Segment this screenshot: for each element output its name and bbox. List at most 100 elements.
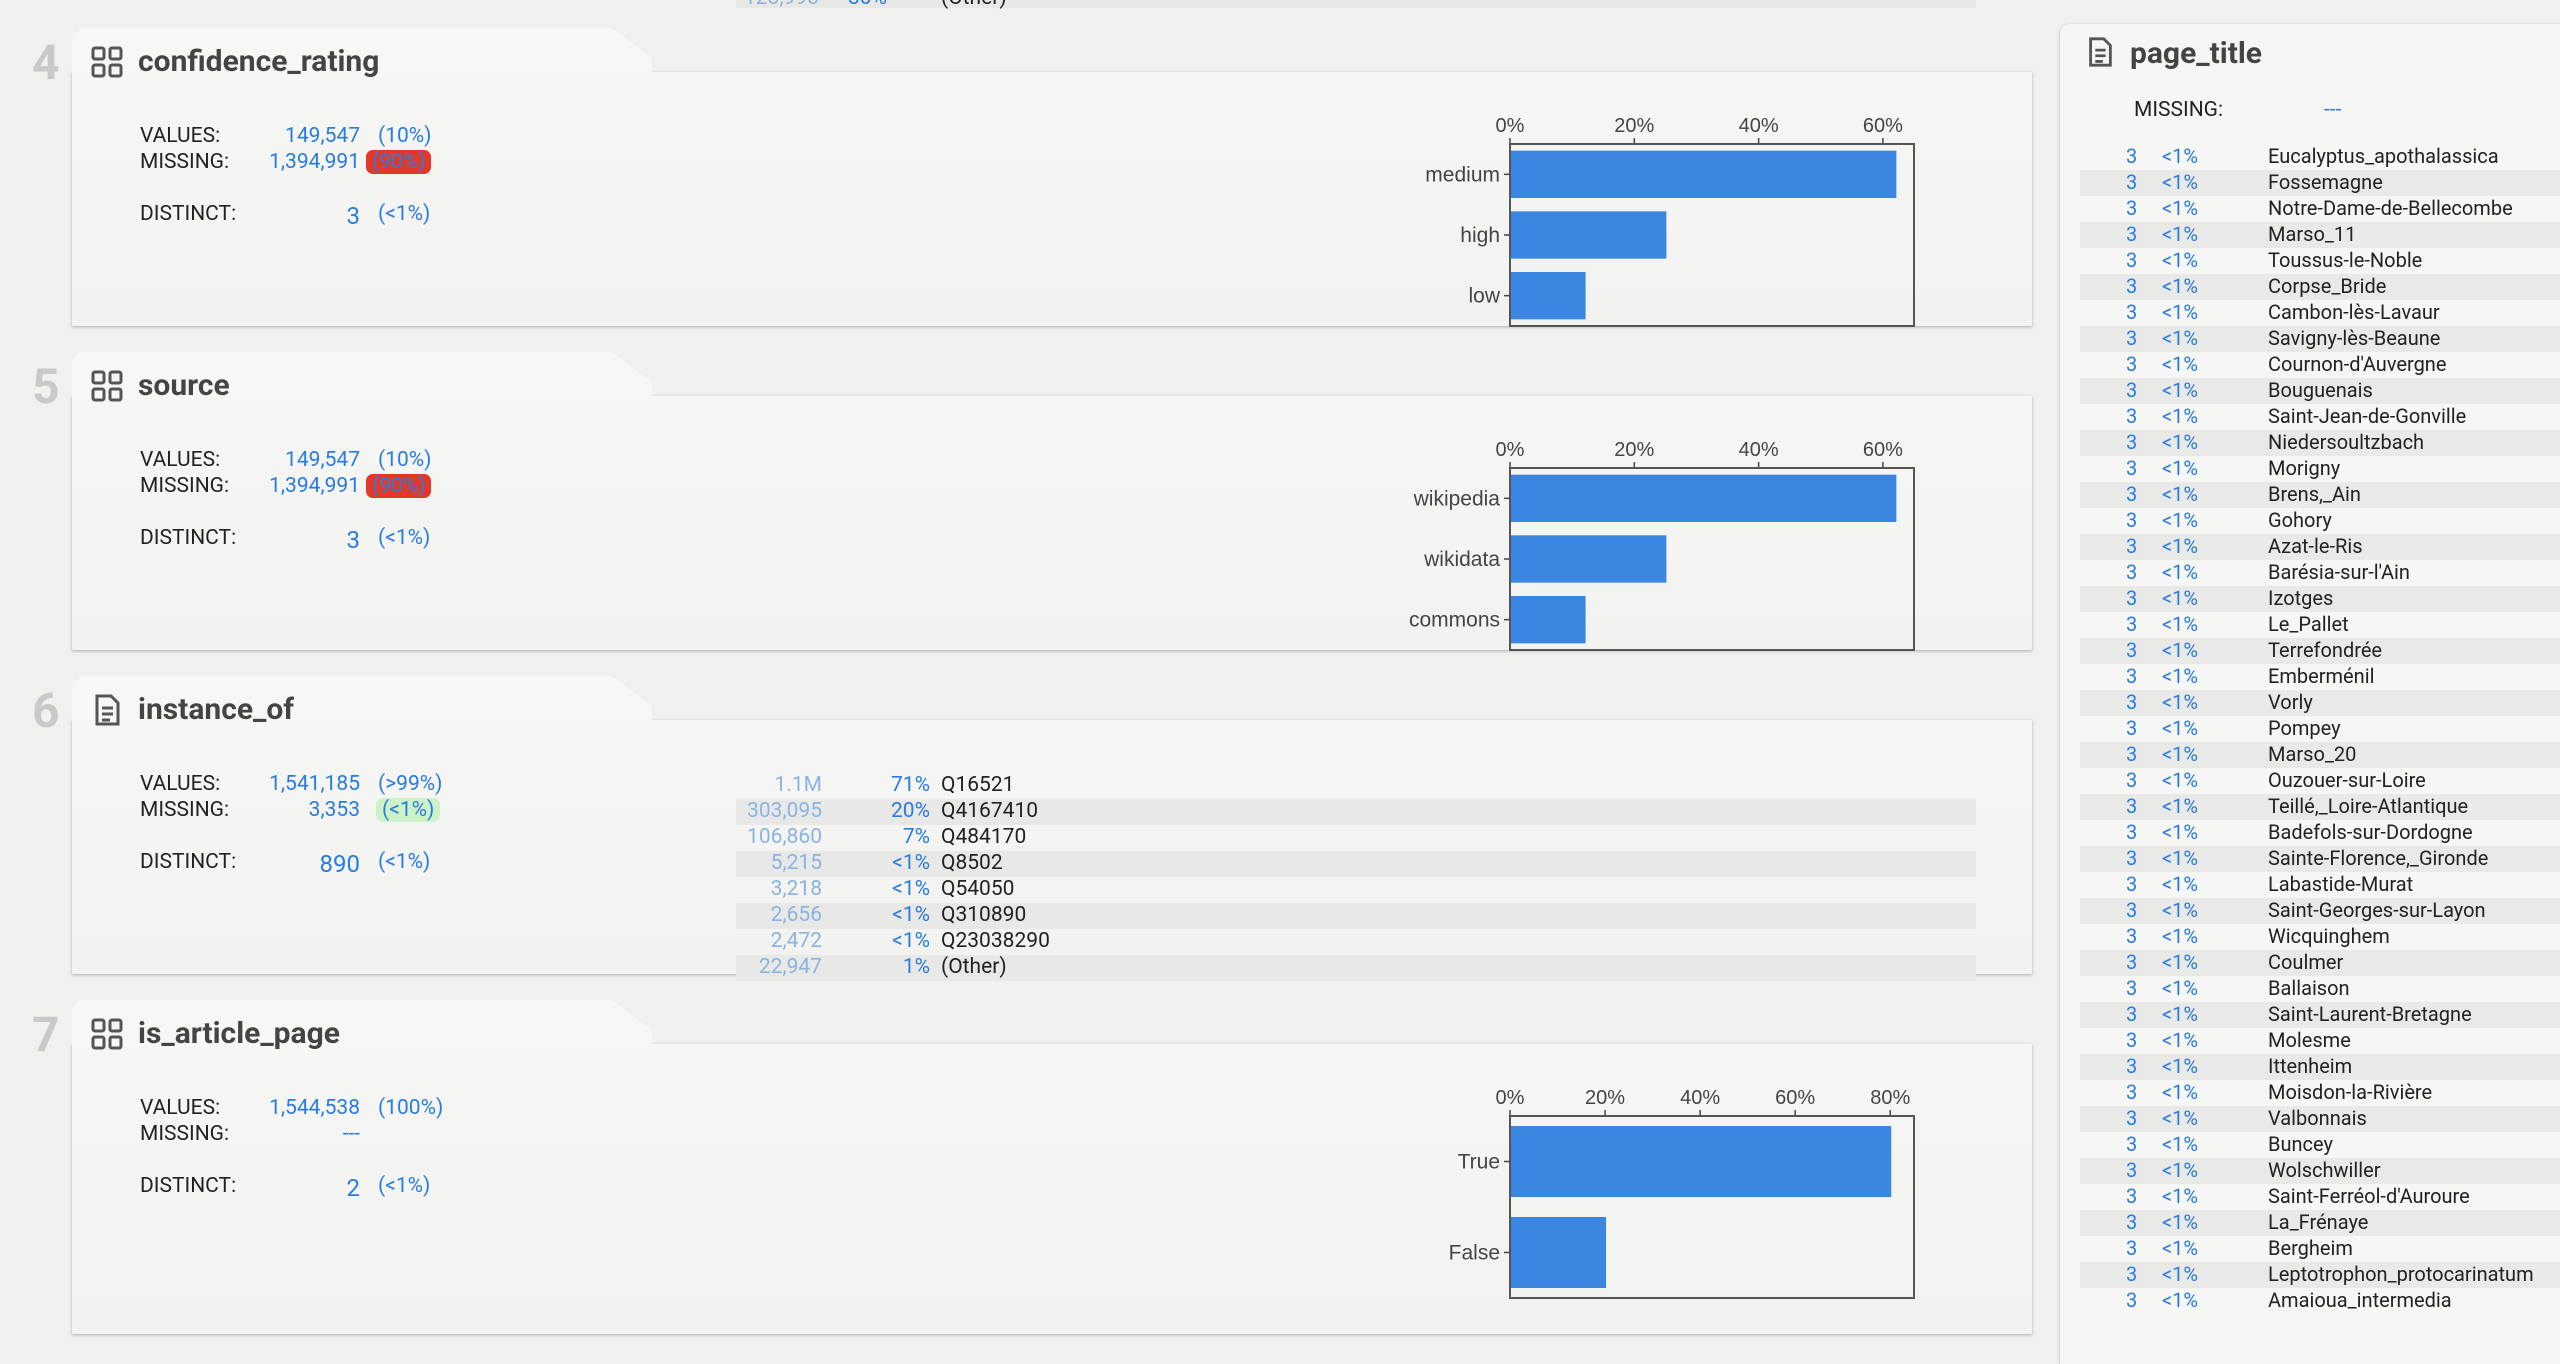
- list-item-pct: <1%: [2162, 326, 2199, 350]
- frequency-count: 22,947: [758, 955, 822, 979]
- x-tick-label: 20%: [1585, 1087, 1625, 1109]
- column-header[interactable]: source: [90, 368, 230, 403]
- missing-pct: (90%): [366, 150, 432, 174]
- list-item: 3 <1% Saint-Georges-sur-Layon: [2080, 898, 2560, 924]
- list-item: 3 <1% Brens,_Ain: [2080, 482, 2560, 508]
- list-item-pct: <1%: [2162, 1236, 2199, 1260]
- list-item: 3 <1% Terrefondrée: [2080, 638, 2560, 664]
- list-item-count: 3: [2126, 1158, 2138, 1182]
- bar: [1511, 211, 1667, 259]
- list-item-value: Coulmer: [2268, 950, 2344, 974]
- frequency-count: 2,656: [770, 903, 822, 927]
- x-tick-label: 40%: [1739, 439, 1779, 461]
- frequency-value: Q484170: [941, 825, 1027, 849]
- list-item: 3 <1% Bouguenais: [2080, 378, 2560, 404]
- list-item-value: Saint-Ferréol-d'Auroure: [2268, 1184, 2470, 1208]
- frequency-pct: <1%: [892, 903, 930, 927]
- list-item-value: Bouguenais: [2268, 378, 2373, 402]
- values-count: 1,541,185: [269, 772, 360, 796]
- frequency-value: (Other): [941, 955, 1007, 979]
- list-item-count: 3: [2126, 820, 2138, 844]
- list-item-count: 3: [2126, 482, 2138, 506]
- list-item-value: Le_Pallet: [2268, 612, 2349, 636]
- list-item-pct: <1%: [2162, 1054, 2199, 1078]
- list-item: 3 <1% Ballaison: [2080, 976, 2560, 1002]
- frequency-pct: 20%: [891, 799, 930, 823]
- list-item-pct: <1%: [2162, 482, 2199, 506]
- list-item-count: 3: [2126, 508, 2138, 532]
- list-item-value: Saint-Laurent-Bretagne: [2268, 1002, 2472, 1026]
- list-item: 3 <1% Barésia-sur-l'Ain: [2080, 560, 2560, 586]
- list-item: 3 <1% Buncey: [2080, 1132, 2560, 1158]
- list-item-pct: <1%: [2162, 872, 2199, 896]
- list-item-value: Izotges: [2268, 586, 2334, 610]
- column-title: source: [138, 368, 230, 403]
- frequency-count: 106,860: [747, 825, 822, 849]
- list-item-pct: <1%: [2162, 1106, 2199, 1130]
- side-panel-list: 3 <1% Eucalyptus_apothalassica 3 <1% Fossemag…: [2060, 144, 2560, 1344]
- frequency-value: Q8502: [941, 851, 1003, 875]
- list-item-pct: <1%: [2162, 144, 2199, 168]
- frequency-value: Q23038290: [941, 929, 1050, 953]
- frequency-pct: 7%: [902, 825, 930, 849]
- list-item: 3 <1% Savigny-lès-Beaune: [2080, 326, 2560, 352]
- list-item: 3 <1% Emberménil: [2080, 664, 2560, 690]
- list-item: 3 <1% Morigny: [2080, 456, 2560, 482]
- values-count: 149,547: [285, 448, 360, 472]
- bar: [1511, 1126, 1892, 1197]
- list-item-value: Labastide-Murat: [2268, 872, 2414, 896]
- category-label: low: [1468, 285, 1500, 308]
- list-item-value: Emberménil: [2268, 664, 2375, 688]
- list-item-value: Morigny: [2268, 456, 2341, 480]
- list-item-value: Corpse_Bride: [2268, 274, 2387, 298]
- list-item-count: 3: [2126, 1210, 2138, 1234]
- list-item-pct: <1%: [2162, 898, 2199, 922]
- frequency-pct: <1%: [892, 877, 930, 901]
- values-count: 149,547: [285, 124, 360, 148]
- bar: [1511, 596, 1586, 644]
- missing-count: 1,394,991: [269, 150, 360, 174]
- frequency-count: 5,215: [770, 851, 822, 875]
- list-item: 3 <1% Moisdon-la-Rivière: [2080, 1080, 2560, 1106]
- list-item-count: 3: [2126, 196, 2138, 220]
- distinct-count: 2: [346, 1174, 361, 1202]
- list-item-pct: <1%: [2162, 1158, 2199, 1182]
- list-item-value: Sainte-Florence,_Gironde: [2268, 846, 2489, 870]
- column-header[interactable]: confidence_rating: [90, 44, 379, 79]
- list-item-count: 3: [2126, 1288, 2138, 1312]
- column-header[interactable]: is_article_page: [90, 1016, 340, 1051]
- list-item-value: Bergheim: [2268, 1236, 2353, 1260]
- missing-pct: (<1%): [376, 798, 441, 822]
- column-title: confidence_rating: [138, 44, 380, 79]
- column-number: 4: [32, 34, 60, 91]
- list-item: 3 <1% Badefols-sur-Dordogne: [2080, 820, 2560, 846]
- list-item-count: 3: [2126, 690, 2138, 714]
- list-item-pct: <1%: [2162, 768, 2199, 792]
- category-label: wikipedia: [1413, 487, 1501, 510]
- list-item-count: 3: [2126, 976, 2138, 1000]
- list-item-value: Notre-Dame-de-Bellecombe: [2268, 196, 2513, 220]
- list-item-value: Marso_20: [2268, 742, 2357, 766]
- list-item-pct: <1%: [2162, 1288, 2199, 1312]
- distinct-pct: (<1%): [378, 526, 431, 550]
- list-item-value: Wicquinghem: [2268, 924, 2390, 948]
- category-label: False: [1449, 1242, 1500, 1265]
- list-item-pct: <1%: [2162, 534, 2199, 558]
- list-item-count: 3: [2126, 1236, 2138, 1260]
- side-panel-title[interactable]: page_title: [2130, 36, 2262, 71]
- frequency-row: 2,656 <1% Q310890: [736, 903, 1976, 929]
- list-item: 3 <1% Saint-Jean-de-Gonville: [2080, 404, 2560, 430]
- distinct-count: 3: [346, 526, 361, 554]
- list-item-pct: <1%: [2162, 456, 2199, 480]
- list-item-pct: <1%: [2162, 248, 2199, 272]
- document-icon: [2089, 37, 2112, 67]
- list-item-pct: <1%: [2162, 1210, 2199, 1234]
- list-item-pct: <1%: [2162, 846, 2199, 870]
- list-item-value: Eucalyptus_apothalassica: [2268, 144, 2499, 168]
- x-tick-label: 0%: [1496, 115, 1525, 137]
- list-item-count: 3: [2126, 300, 2138, 324]
- list-item: 3 <1% Cambon-lès-Lavaur: [2080, 300, 2560, 326]
- column-header[interactable]: instance_of: [90, 692, 294, 727]
- list-item: 3 <1% Pompey: [2080, 716, 2560, 742]
- frequency-row: 1.1M 71% Q16521: [736, 773, 1976, 799]
